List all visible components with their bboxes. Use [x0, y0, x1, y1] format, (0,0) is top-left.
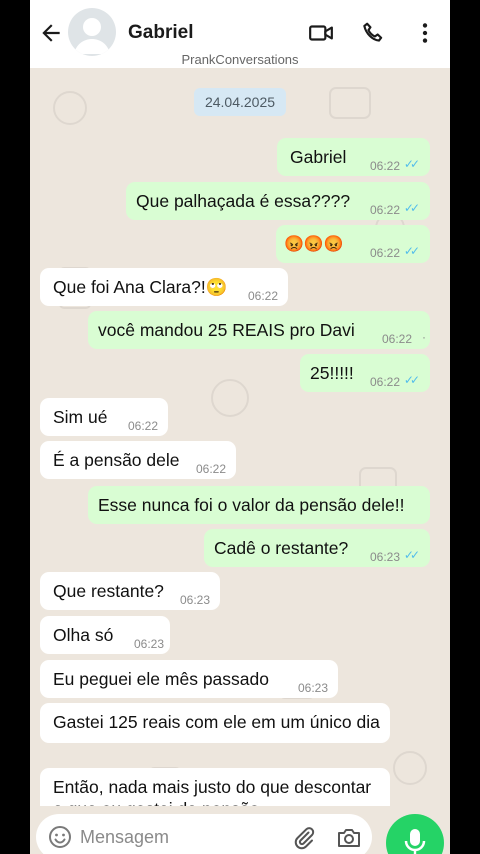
message-bubble-incoming[interactable]: É a pensão dele 06:22 — [40, 441, 236, 479]
message-text: Eu peguei ele mês passado — [53, 669, 269, 689]
more-vert-icon[interactable] — [412, 20, 438, 46]
message-time: 06:22 — [127, 419, 158, 433]
message-text: Então, nada mais justo do que descontar … — [53, 777, 372, 806]
message-text: Gabriel — [290, 147, 347, 167]
mic-icon — [404, 829, 426, 854]
message-text: Gastei 125 reais com ele em um único dia — [53, 712, 380, 732]
message-text: Que restante? — [53, 581, 164, 601]
message-list[interactable]: 24.04.2025 Gabriel 06:22 ✓✓ Que palhaçad… — [30, 0, 450, 806]
message-time: 06:22 — [247, 289, 278, 303]
message-text: Esse nunca foi o valor da pensão dele!! — [98, 495, 405, 515]
message-text: É a pensão dele — [53, 450, 180, 470]
message-bubble-outgoing[interactable]: você mandou 25 REAIS pro Davi 06:22 · — [88, 311, 430, 349]
message-bubble-incoming[interactable]: Que foi Ana Clara?!🙄 06:22 — [40, 268, 288, 306]
message-text: Cadê o restante? — [214, 538, 349, 558]
read-receipt-icon: ✓✓ — [403, 373, 420, 387]
message-bubble-incoming[interactable]: Olha só 06:23 — [40, 616, 170, 654]
message-bubble-incoming[interactable]: Eu peguei ele mês passado 06:23 — [40, 660, 338, 698]
read-receipt-icon: ✓✓ — [403, 201, 420, 215]
message-text: 😡😡😡 — [284, 236, 344, 253]
message-bubble-outgoing[interactable]: 25!!!!! 06:22 ✓✓ — [300, 354, 430, 392]
message-text: Que foi Ana Clara?!🙄 — [53, 277, 228, 297]
message-bubble-outgoing[interactable]: Esse nunca foi o valor da pensão dele!! — [88, 486, 430, 524]
contact-name[interactable]: Gabriel — [128, 22, 193, 44]
message-time: 06:22 — [369, 203, 400, 217]
message-time: 06:22 — [369, 159, 400, 173]
message-text: Que palhaçada é essa???? — [136, 191, 351, 211]
message-bubble-incoming[interactable]: Gastei 125 reais com ele em um único dia — [40, 703, 390, 743]
message-time: 06:23 — [369, 550, 400, 564]
message-time: 06:22 — [369, 246, 400, 260]
message-bubble-incoming[interactable]: Que restante? 06:23 — [40, 572, 220, 610]
avatar-placeholder-icon — [74, 18, 110, 54]
emoji-icon[interactable] — [48, 825, 72, 849]
watermark-text: PrankConversations — [181, 52, 299, 67]
message-bubble-incoming[interactable]: Então, nada mais justo do que descontar … — [40, 768, 390, 806]
video-call-icon[interactable] — [308, 20, 334, 46]
message-text: Olha só — [53, 625, 114, 645]
message-composer[interactable]: Mensagem — [36, 814, 372, 854]
avatar[interactable] — [68, 8, 116, 56]
message-bubble-outgoing[interactable]: 😡😡😡 06:22 ✓✓ — [276, 225, 430, 263]
message-time: 06:22 — [381, 332, 412, 346]
phone-icon[interactable] — [360, 20, 386, 46]
date-chip: 24.04.2025 — [194, 88, 286, 116]
back-arrow-icon[interactable] — [38, 20, 64, 46]
read-receipt-icon: ✓✓ — [403, 244, 420, 258]
attach-icon[interactable] — [292, 826, 316, 850]
message-bubble-incoming[interactable]: Sim ué 06:22 — [40, 398, 168, 436]
message-time: 06:23 — [297, 681, 328, 695]
camera-icon[interactable] — [336, 826, 362, 850]
message-input[interactable]: Mensagem — [80, 827, 169, 848]
message-time: 06:22 — [195, 462, 226, 476]
message-text: 25!!!!! — [310, 363, 354, 383]
message-time: 06:22 — [369, 375, 400, 389]
message-text: Sim ué — [53, 407, 108, 427]
message-time: 06:23 — [133, 637, 164, 651]
message-time: 06:23 — [179, 593, 210, 607]
read-receipt-icon: ✓✓ — [403, 548, 420, 562]
chat-screen: 24.04.2025 Gabriel 06:22 ✓✓ Que palhaçad… — [30, 0, 450, 854]
read-receipt-icon: ✓✓ — [403, 157, 420, 171]
message-bubble-outgoing[interactable]: Gabriel 06:22 ✓✓ — [277, 138, 430, 176]
message-bubble-outgoing[interactable]: Cadê o restante? 06:23 ✓✓ — [204, 529, 430, 567]
message-bubble-outgoing[interactable]: Que palhaçada é essa???? 06:22 ✓✓ — [126, 182, 430, 220]
message-text: você mandou 25 REAIS pro Davi — [98, 320, 355, 340]
